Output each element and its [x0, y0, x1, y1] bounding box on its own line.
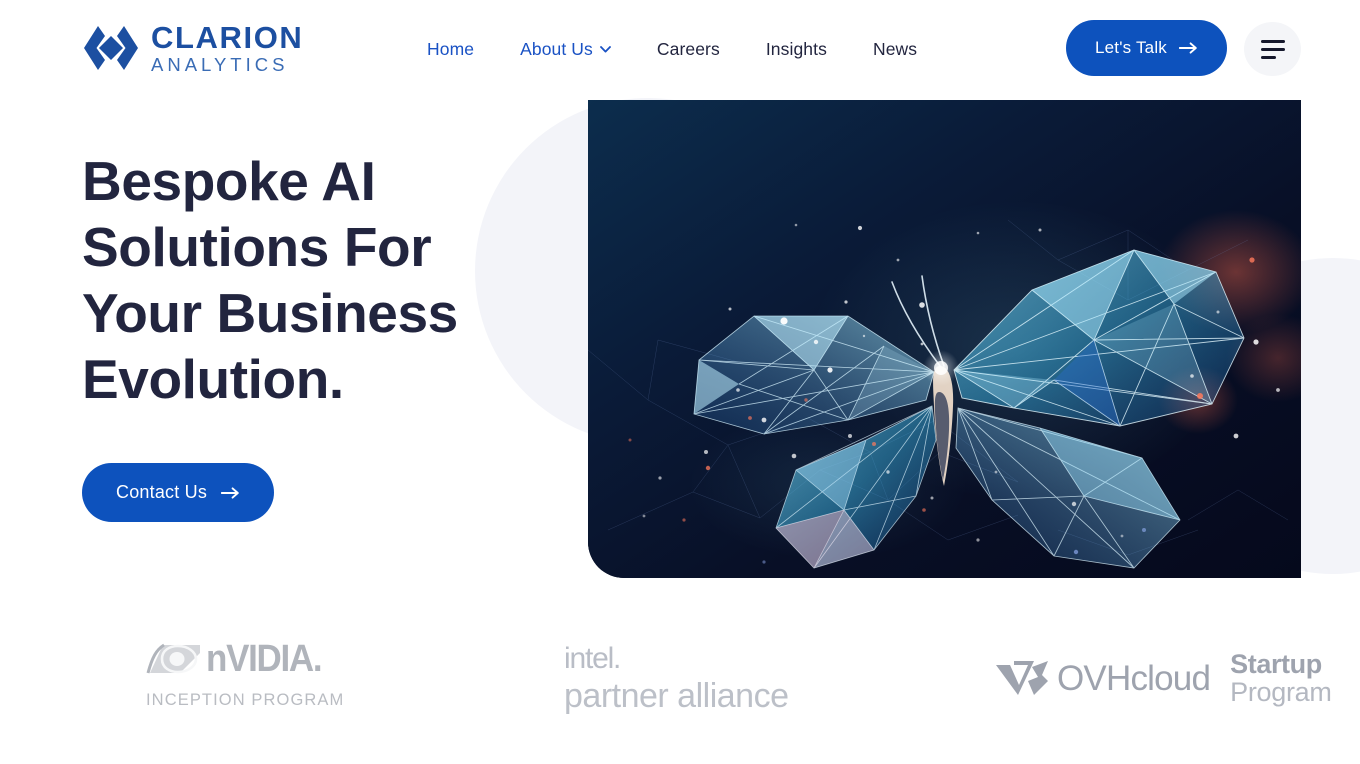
- brand-wordmark: CLARION ANALYTICS: [151, 22, 303, 75]
- ovhcloud-logo-icon: [996, 661, 1048, 696]
- hamburger-line-2: [1260, 47, 1285, 51]
- partner-logos: nVIDIA. INCEPTION PROGRAM intel. partner…: [0, 628, 1360, 764]
- hero-copy: Bespoke AI Solutions For Your Business E…: [82, 148, 502, 522]
- main-navigation: Home About Us Careers Insights News: [404, 0, 940, 98]
- nav-item-careers[interactable]: Careers: [634, 31, 743, 68]
- arrow-right-icon: [1179, 42, 1197, 54]
- nvidia-wordmark: nVIDIA.: [206, 638, 323, 680]
- ovhcloud-program-light: Program: [1230, 677, 1332, 708]
- hamburger-line-3: [1260, 55, 1276, 59]
- lets-talk-label: Let's Talk: [1094, 38, 1167, 57]
- hero-image: [588, 100, 1301, 578]
- partner-logo-intel: intel. partner alliance: [564, 642, 789, 715]
- nvidia-logo-row: nVIDIA.: [146, 640, 331, 678]
- ovhcloud-wordmark: OVHcloud: [1057, 658, 1211, 698]
- nav-label-careers: Careers: [656, 38, 720, 59]
- brand-name-bottom: ANALYTICS: [151, 54, 289, 75]
- ovhcloud-program-bold: Startup: [1230, 649, 1322, 679]
- ovhcloud-logo-row: OVHcloud: [994, 658, 1211, 698]
- contact-us-button[interactable]: Contact Us: [82, 463, 275, 522]
- page-root: CLARION ANALYTICS Home About Us Careers …: [0, 0, 1360, 764]
- intel-wordmark: intel.: [564, 642, 621, 675]
- low-poly-wireframe-butterfly-illustration: [588, 100, 1301, 578]
- site-header: CLARION ANALYTICS Home About Us Careers …: [0, 0, 1360, 98]
- lets-talk-button[interactable]: Let's Talk: [1065, 20, 1227, 76]
- nav-label-insights: Insights: [765, 38, 827, 59]
- nav-label-news: News: [872, 38, 918, 59]
- nvidia-program-label: INCEPTION PROGRAM: [146, 691, 345, 709]
- hero-section: Bespoke AI Solutions For Your Business E…: [0, 98, 1360, 628]
- nav-item-home[interactable]: Home: [404, 31, 497, 68]
- contact-us-label: Contact Us: [116, 482, 208, 502]
- nav-item-news[interactable]: News: [850, 31, 940, 68]
- chevron-down-icon: [599, 45, 611, 52]
- ovhcloud-program-label: Startup Program: [1230, 649, 1332, 708]
- nvidia-eye-logo-icon: [146, 643, 200, 674]
- partner-logo-ovhcloud: OVHcloud Startup Program: [994, 650, 1332, 707]
- clarion-diamond-logo-icon: [84, 26, 138, 71]
- hamburger-menu-icon[interactable]: [1244, 22, 1301, 76]
- arrow-right-icon: [221, 486, 239, 499]
- brand-name-top: CLARION: [151, 20, 304, 55]
- intel-program-label: partner alliance: [564, 677, 789, 715]
- nav-label-home: Home: [427, 38, 475, 59]
- hamburger-line-1: [1260, 39, 1285, 43]
- partner-logo-nvidia: nVIDIA. INCEPTION PROGRAM: [146, 640, 344, 710]
- brand-logo[interactable]: CLARION ANALYTICS: [82, 22, 303, 75]
- page-title: Bespoke AI Solutions For Your Business E…: [82, 150, 458, 410]
- nav-item-insights[interactable]: Insights: [743, 31, 850, 68]
- nav-item-about-us[interactable]: About Us: [497, 31, 634, 68]
- nav-label-about-us: About Us: [520, 38, 593, 59]
